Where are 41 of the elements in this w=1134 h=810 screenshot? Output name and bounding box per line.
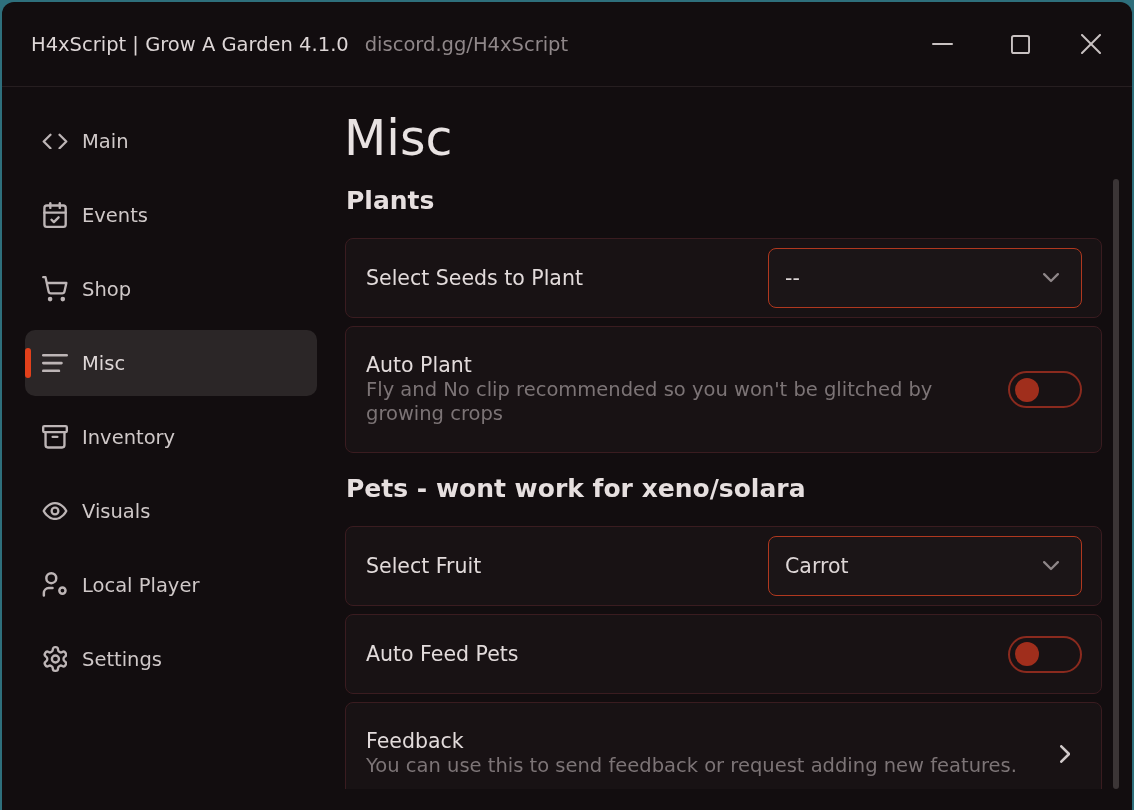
maximize-icon[interactable]: [1011, 34, 1030, 54]
sidebar-item[interactable]: Events: [25, 182, 317, 248]
calendar-check-icon: [42, 202, 68, 228]
sidebar-item[interactable]: Main: [25, 108, 317, 174]
active-marker-icon: [25, 348, 31, 378]
sidebar-item[interactable]: Local Player: [25, 552, 317, 618]
toggle-switch[interactable]: [1008, 371, 1082, 408]
section-heading: Pets - wont work for xeno/solara: [346, 473, 807, 505]
page-title: Misc: [344, 113, 454, 165]
sidebar-item[interactable]: Shop: [25, 256, 317, 322]
setting-label: Select Seeds to Plant: [366, 265, 583, 291]
window-subtitle: discord.gg/H4xScript: [364, 32, 569, 56]
sidebar-item[interactable]: Misc: [25, 330, 317, 396]
setting-description: You can use this to send feedback or request adding new features.: [366, 754, 1017, 778]
toggle-switch[interactable]: [1008, 635, 1082, 673]
archive-box-icon: [42, 425, 68, 449]
code-brackets-icon: [42, 132, 68, 150]
user-gear-icon: [42, 572, 68, 598]
setting-card[interactable]: Feedback You can use this to send feedback or request adding new features.: [345, 702, 1102, 789]
sidebar-item[interactable]: Inventory: [25, 404, 317, 470]
window-title: H4xScript | Grow A Garden 4.1.0: [31, 32, 349, 56]
scrollbar-thumb[interactable]: [1113, 179, 1119, 789]
setting-label: Select Fruit: [366, 553, 482, 579]
sidebar-item[interactable]: Visuals: [25, 478, 317, 544]
close-icon[interactable]: [1081, 34, 1101, 54]
chevron-down-icon: [1043, 561, 1059, 571]
section-heading: Plants: [346, 185, 436, 217]
setting-label: Feedback: [366, 729, 464, 754]
chevron-down-icon: [1043, 273, 1059, 283]
setting-label: Auto Plant: [366, 353, 472, 378]
dropdown[interactable]: --: [768, 248, 1082, 308]
cart-icon: [42, 276, 68, 302]
dropdown[interactable]: Carrot: [768, 536, 1082, 596]
setting-label: Auto Feed Pets: [366, 641, 519, 667]
chevron-right-icon: [1059, 744, 1070, 763]
setting-description: Fly and No clip recommended so you won't be glitched by growing crops: [366, 378, 934, 426]
sidebar-item[interactable]: Settings: [25, 626, 317, 692]
eye-icon: [42, 501, 68, 521]
minimize-icon[interactable]: [932, 43, 953, 45]
lines-icon: [42, 353, 68, 373]
settings-icon: [42, 646, 68, 672]
